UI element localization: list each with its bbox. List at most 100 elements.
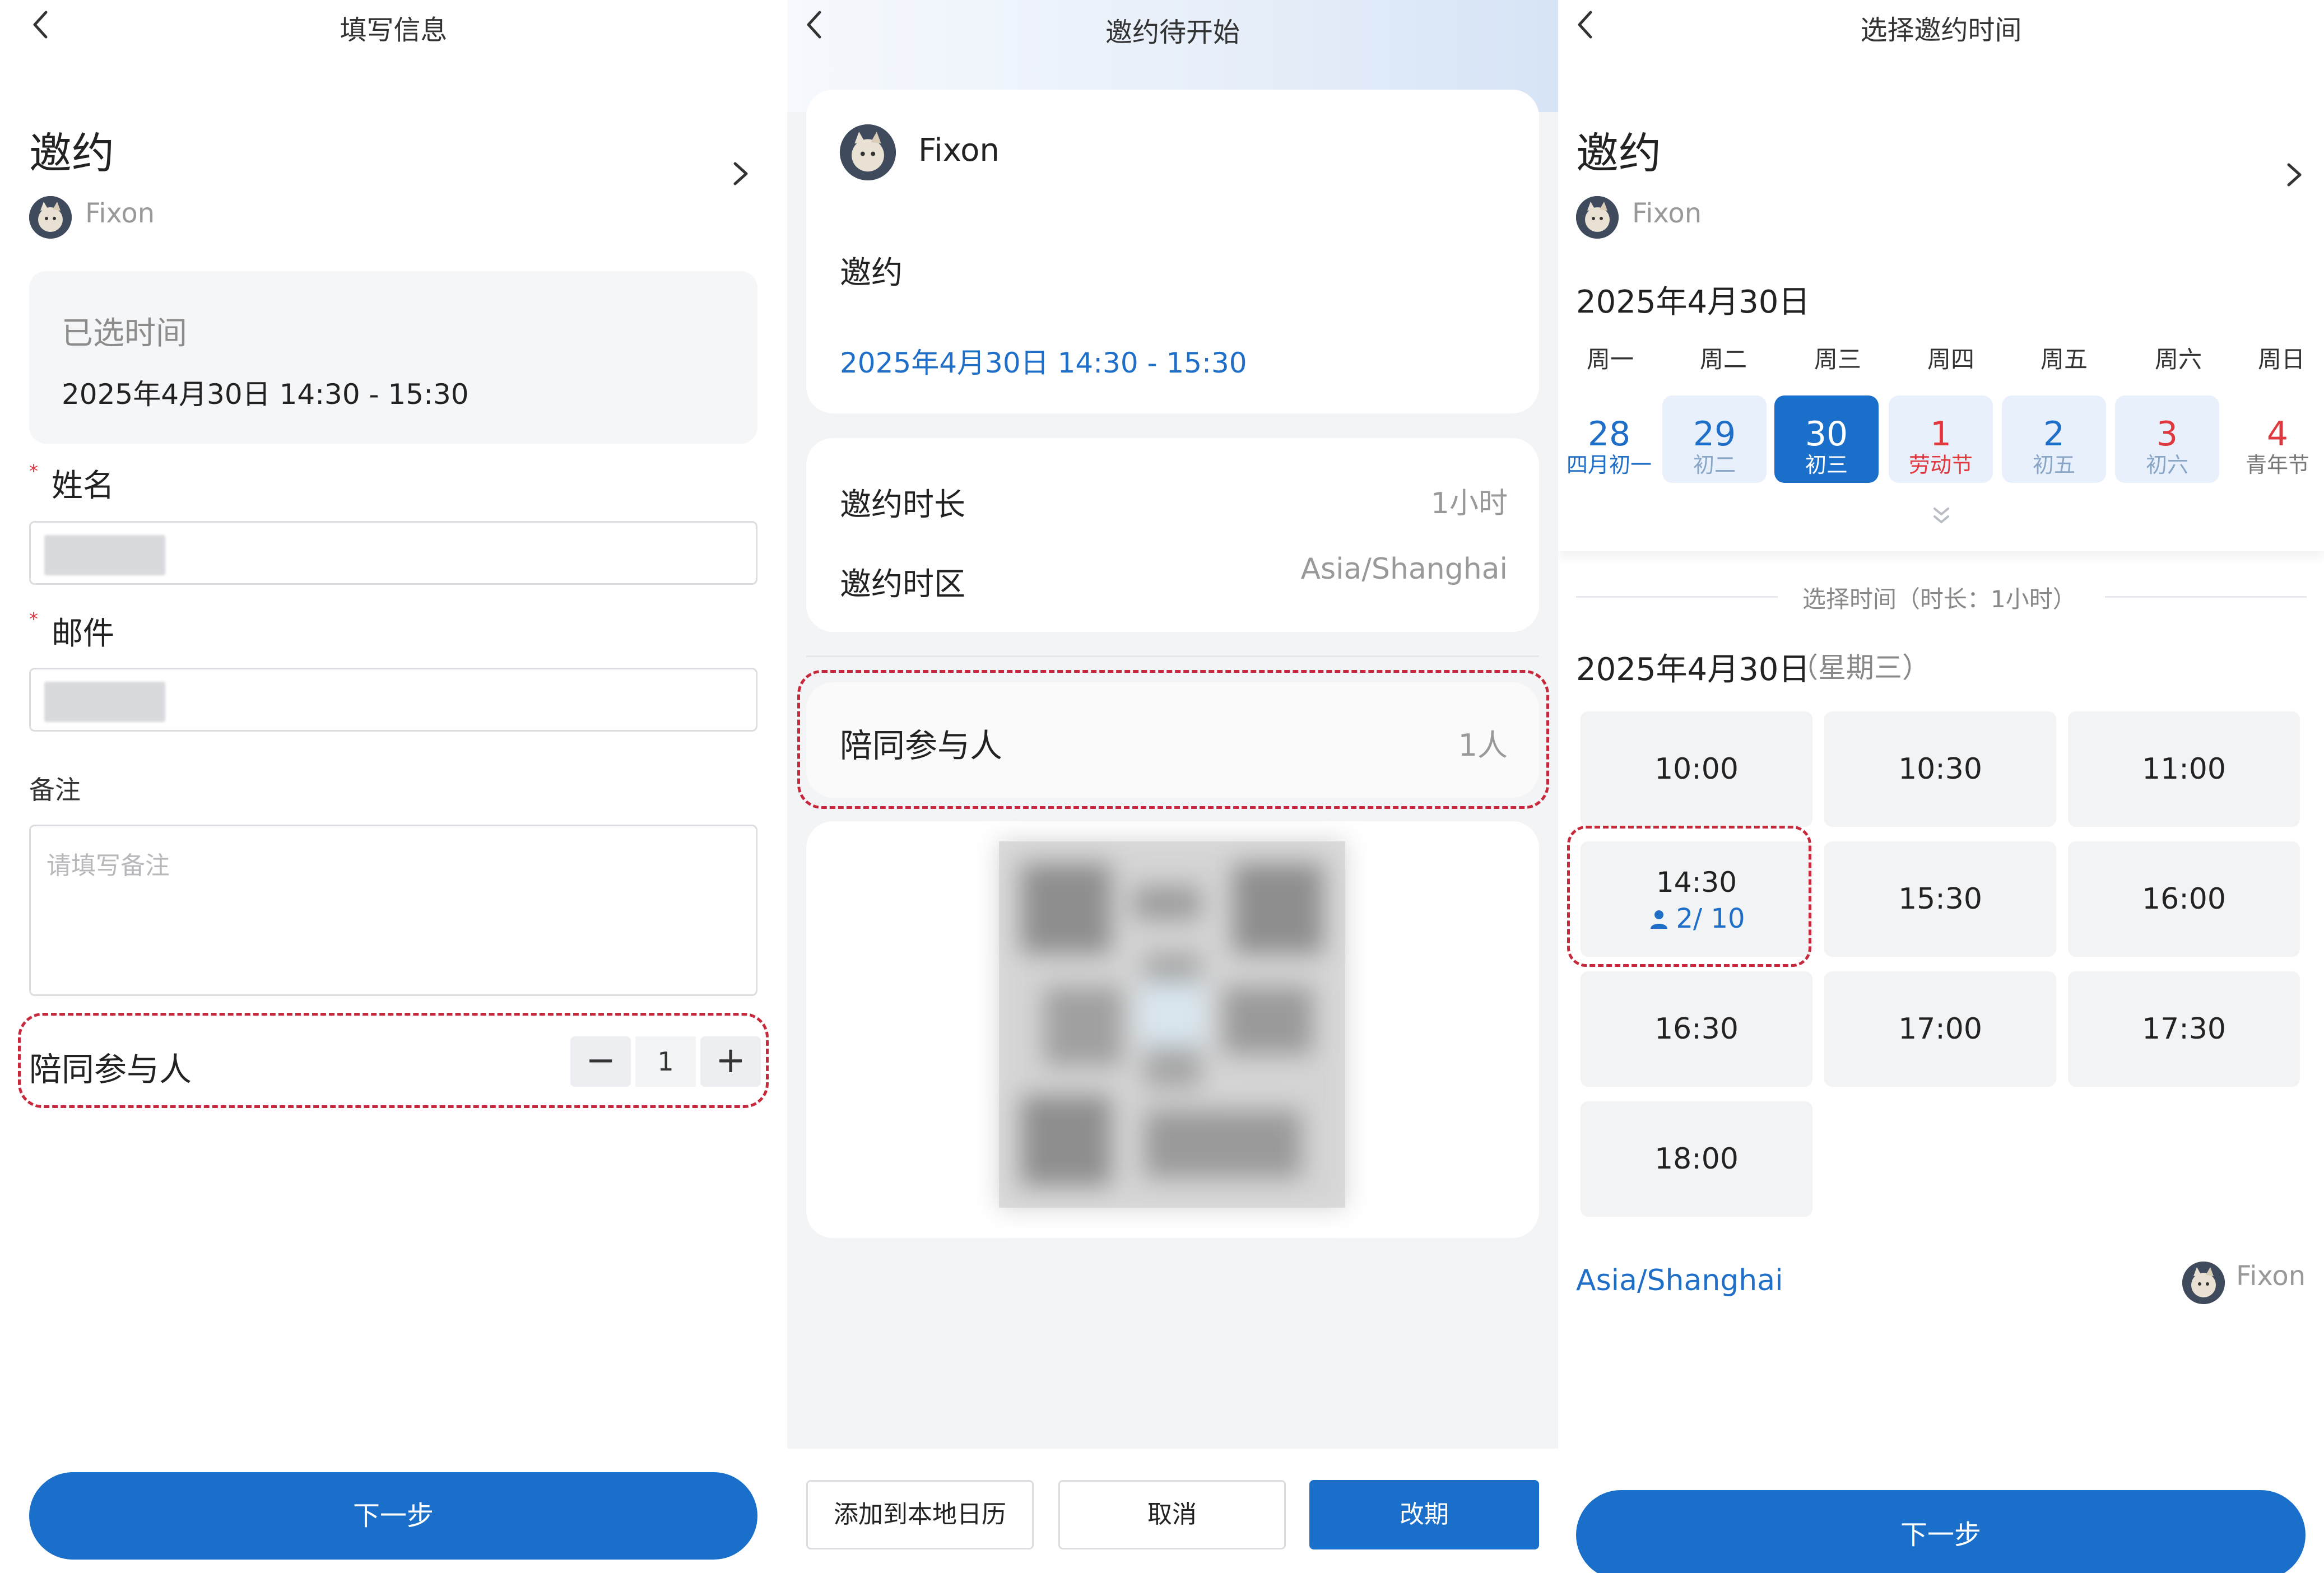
day-cell-28[interactable]: 28 四月初一 [1558, 395, 1661, 483]
divider [806, 655, 1539, 657]
cat-avatar-icon [2182, 1262, 2225, 1304]
event-detail-chevron[interactable] [726, 157, 754, 190]
day-number: 1 [1930, 415, 1952, 454]
time-slot[interactable]: 17:30 [2068, 971, 2300, 1087]
selected-time-card: 已选时间 2025年4月30日 14:30 - 15:30 [29, 271, 757, 444]
day-holiday: 青年节 [2245, 453, 2309, 477]
host-name: Fixon [918, 132, 1000, 169]
screenshot-stage: 填写信息 邀约 Fixon 已选时间 2025年4月30日 14:30 - 15… [0, 0, 2324, 1573]
day-cell-29[interactable]: 29 初二 [1662, 395, 1767, 483]
time-slot[interactable]: 16:30 [1581, 971, 1812, 1087]
time-slot[interactable]: 11:00 [2068, 711, 2300, 827]
chevron-right-icon [733, 162, 748, 185]
name-value-redacted [44, 535, 165, 575]
cat-avatar-icon [1576, 196, 1619, 239]
weekday-header: 周一 [1586, 346, 1634, 373]
day-cell-3[interactable]: 3 初六 [2115, 395, 2219, 483]
email-label: 邮件 [52, 616, 114, 652]
selected-time-value: 2025年4月30日 14:30 - 15:30 [62, 378, 469, 411]
weekday-header: 周六 [2154, 346, 2202, 373]
chevron-right-icon [2287, 163, 2302, 187]
duration-value: 1小时 [1430, 487, 1508, 520]
event-heading: 邀约 [1576, 128, 1661, 178]
day-cell-4[interactable]: 4 青年节 [2224, 395, 2324, 483]
fill-info-screen: 填写信息 邀约 Fixon 已选时间 2025年4月30日 14:30 - 15… [0, 0, 787, 1573]
reschedule-button[interactable]: 改期 [1309, 1480, 1539, 1549]
event-detail-card: 邀约时长 1小时 邀约时区 Asia/Shanghai [806, 438, 1539, 632]
qr-card [806, 821, 1539, 1238]
time-slot[interactable]: 17:00 [1824, 971, 2056, 1087]
event-time: 2025年4月30日 14:30 - 15:30 [840, 347, 1247, 379]
next-button[interactable]: 下一步 [1576, 1490, 2306, 1573]
companions-count[interactable]: 1 [635, 1036, 696, 1087]
footer-host-name: Fixon [2236, 1260, 2306, 1292]
time-slot[interactable]: 10:30 [1824, 711, 2056, 827]
day-cell-30-selected[interactable]: 30 初三 [1774, 395, 1879, 483]
add-to-calendar-button[interactable]: 添加到本地日历 [806, 1480, 1034, 1549]
host-name: Fixon [1632, 198, 1702, 229]
divider [1576, 596, 1778, 598]
event-detail-chevron[interactable] [2280, 158, 2308, 192]
companions-value: 1人 [1458, 728, 1508, 763]
name-label: 姓名 [52, 468, 114, 504]
slot-weekday-label: （星期三） [1790, 651, 1930, 684]
companions-card: 陪同参与人 1人 [806, 682, 1539, 798]
note-label: 备注 [29, 775, 81, 805]
slot-date-label: 2025年4月30日 [1576, 651, 1810, 688]
duration-label: 邀约时长 [840, 487, 965, 523]
weekday-header: 周日 [2257, 346, 2305, 373]
invite-pending-screen: 邀约待开始 Fixon 邀约 2025年4月30日 14:30 - 15:30 … [787, 0, 1558, 1573]
day-lunar: 初六 [2145, 453, 2188, 477]
divider [2105, 596, 2307, 598]
time-slot[interactable]: 15:30 [1824, 841, 2056, 957]
day-cell-1[interactable]: 1 劳动节 [1889, 395, 1993, 483]
weekday-header: 周二 [1699, 346, 1747, 373]
cancel-button[interactable]: 取消 [1058, 1480, 1286, 1549]
duration-caption: 选择时间（时长：1小时） [1802, 585, 2076, 613]
event-title: 邀约 [840, 255, 903, 291]
companions-label: 陪同参与人 [29, 1050, 192, 1088]
host-avatar [840, 124, 896, 180]
host-name: Fixon [85, 198, 155, 229]
double-chevron-down-icon [1933, 508, 1949, 524]
day-lunar: 四月初一 [1566, 453, 1652, 477]
note-textarea[interactable]: 请填写备注 [29, 825, 757, 996]
page-title: 邀约待开始 [1105, 17, 1240, 48]
day-number: 3 [2156, 415, 2178, 454]
weekday-header: 周三 [1814, 346, 1861, 373]
day-number: 28 [1587, 415, 1631, 454]
event-heading: 邀约 [29, 128, 114, 178]
time-slot[interactable]: 16:00 [2068, 841, 2300, 957]
companions-label: 陪同参与人 [840, 727, 1003, 765]
expand-calendar-button[interactable] [1926, 504, 1957, 529]
name-input[interactable] [29, 521, 757, 585]
page-title: 填写信息 [340, 15, 448, 46]
time-slot[interactable]: 10:00 [1581, 711, 1812, 827]
cat-avatar-icon [29, 196, 72, 239]
day-cell-2[interactable]: 2 初五 [2002, 395, 2106, 483]
host-avatar [29, 196, 72, 239]
email-input[interactable] [29, 668, 757, 732]
host-avatar [2182, 1262, 2225, 1304]
cat-avatar-icon [840, 124, 896, 180]
day-number: 4 [2266, 415, 2289, 454]
weekday-header: 周五 [2040, 346, 2088, 373]
required-mark: * [29, 460, 38, 482]
day-number: 29 [1693, 415, 1736, 454]
day-lunar: 初五 [2032, 453, 2075, 477]
timezone-label: 邀约时区 [840, 566, 965, 603]
event-info-card: Fixon 邀约 2025年4月30日 14:30 - 15:30 [806, 90, 1539, 413]
decrement-button[interactable]: − [570, 1036, 631, 1087]
required-mark: * [29, 608, 38, 630]
day-number: 2 [2043, 415, 2065, 454]
weekday-header: 周四 [1927, 346, 1974, 373]
qr-code-redacted [999, 841, 1345, 1208]
choose-time-screen: 选择邀约时间 邀约 Fixon 2025年4月30日 周一 周二 周三 周四 周… [1558, 0, 2324, 1573]
day-lunar: 初三 [1805, 453, 1848, 477]
increment-button[interactable]: + [700, 1036, 761, 1087]
day-number: 30 [1805, 415, 1848, 454]
day-holiday: 劳动节 [1908, 453, 1973, 477]
next-button[interactable]: 下一步 [29, 1472, 757, 1560]
time-slot[interactable]: 18:00 [1581, 1101, 1812, 1217]
timezone-link[interactable]: Asia/Shanghai [1576, 1264, 1783, 1297]
